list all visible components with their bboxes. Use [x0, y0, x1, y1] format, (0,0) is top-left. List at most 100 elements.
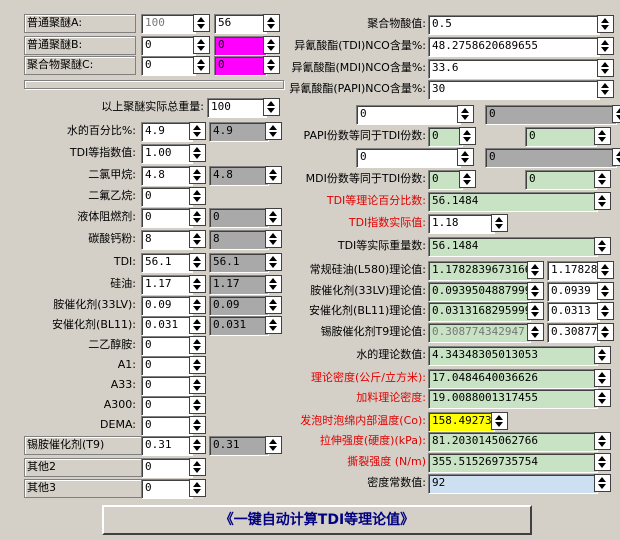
spin-button[interactable] — [189, 144, 206, 162]
spin-button[interactable] — [189, 316, 206, 334]
spin-button[interactable] — [612, 148, 620, 166]
spin-button[interactable] — [193, 14, 210, 32]
spin-button[interactable] — [189, 458, 206, 476]
spin-button[interactable] — [594, 127, 611, 145]
spin-button[interactable] — [265, 316, 282, 334]
right-row-input[interactable]: 19.0088001317455 — [428, 389, 598, 409]
right-row-input[interactable]: 355.515269735754 — [428, 453, 598, 473]
left-row-input[interactable]: 0 — [141, 376, 193, 396]
left-row-input[interactable]: 0.031 — [141, 316, 193, 336]
right-row-input[interactable]: 56.1484 — [428, 237, 598, 257]
spin-button[interactable] — [597, 15, 614, 33]
spin-button[interactable] — [597, 80, 614, 98]
spin-button[interactable] — [594, 453, 611, 471]
spin-button[interactable] — [265, 208, 282, 226]
spin-button[interactable] — [459, 170, 476, 188]
spin-button[interactable] — [594, 192, 611, 210]
spin-button[interactable] — [189, 166, 206, 184]
left-row-computed[interactable]: 0.031 — [209, 316, 269, 336]
spin-button[interactable] — [612, 105, 620, 123]
spin-button[interactable] — [594, 432, 611, 450]
left-row-computed[interactable]: 8 — [209, 230, 269, 250]
right-row-input[interactable]: 0.0939504887999 — [428, 282, 531, 302]
right-top-input[interactable]: 30 — [428, 80, 600, 100]
spin-button[interactable] — [457, 148, 474, 166]
spin-button[interactable] — [263, 98, 280, 116]
right-row-input[interactable]: 81.2030145062766 — [428, 432, 598, 452]
spin-button[interactable] — [189, 376, 206, 394]
spin-button[interactable] — [597, 282, 614, 300]
left-row-computed[interactable]: 0.09 — [209, 296, 269, 316]
right-row-input[interactable]: 56.1484 — [428, 192, 598, 212]
right-row-input[interactable]: 4.34348305013053 — [428, 346, 598, 366]
right-row-input[interactable]: 1.17828396731664 — [428, 261, 531, 281]
left-row-computed[interactable]: 4.9 — [209, 122, 269, 142]
spin-button[interactable] — [189, 230, 206, 248]
spin-button[interactable] — [263, 56, 280, 74]
spin-button[interactable] — [265, 253, 282, 271]
spin-button[interactable] — [594, 389, 611, 407]
spin-button[interactable] — [597, 37, 614, 55]
spin-button[interactable] — [265, 230, 282, 248]
left-row-computed[interactable]: 0 — [209, 208, 269, 228]
right-row-input[interactable]: 158.49273 — [428, 412, 495, 432]
spin-button[interactable] — [594, 346, 611, 364]
spin-button[interactable] — [189, 336, 206, 354]
polymer-polyether-c-value[interactable]: 0 — [214, 56, 267, 76]
spin-button[interactable] — [263, 14, 280, 32]
spin-button[interactable] — [491, 214, 508, 232]
spin-button[interactable] — [594, 170, 611, 188]
polyether-b-value[interactable]: 0 — [214, 36, 267, 56]
right-top-input[interactable]: 0.5 — [428, 15, 600, 35]
spin-button[interactable] — [597, 261, 614, 279]
left-row-input[interactable]: 0.31 — [141, 436, 193, 456]
right-row-computed[interactable]: 0.0313 — [547, 302, 600, 322]
left-row-input[interactable]: 1.00 — [141, 144, 193, 164]
spin-button[interactable] — [189, 416, 206, 434]
spin-button[interactable] — [265, 296, 282, 314]
spin-button[interactable] — [193, 56, 210, 74]
spin-button[interactable] — [597, 59, 614, 77]
right-row-input[interactable]: 0.0313168295999 — [428, 302, 531, 322]
spin-button[interactable] — [263, 36, 280, 54]
spin-button[interactable] — [189, 275, 206, 293]
right-row-computed[interactable]: 1.17828 — [547, 261, 600, 281]
polyether-a-value[interactable]: 56 — [214, 14, 267, 34]
spin-button[interactable] — [457, 105, 474, 123]
spin-button[interactable] — [189, 356, 206, 374]
right-row-input[interactable]: 0 — [428, 127, 463, 147]
spin-button[interactable] — [265, 166, 282, 184]
right-top-input[interactable]: 48.2758620689655 — [428, 37, 600, 57]
auto-calculate-button[interactable]: 《一键自动计算TDI等理论值》 — [102, 505, 532, 535]
polyether-a-input[interactable]: 100 — [141, 14, 196, 34]
right-row-input[interactable]: 0.308774342947 — [428, 323, 531, 343]
left-row-computed[interactable]: 0.31 — [209, 436, 269, 456]
polymer-polyether-c-input[interactable]: 0 — [141, 56, 196, 76]
spin-button[interactable] — [189, 479, 206, 497]
right-row-input[interactable]: 17.0484640036626 — [428, 369, 598, 389]
right-row-input[interactable]: 0 — [356, 105, 461, 125]
right-row-computed[interactable]: 0.30877 — [547, 323, 600, 343]
left-row-input[interactable]: 4.8 — [141, 166, 193, 186]
left-row-input[interactable]: 0 — [141, 336, 193, 356]
left-row-computed[interactable]: 56.1 — [209, 253, 269, 273]
right-row-computed[interactable]: 0 — [485, 105, 617, 125]
spin-button[interactable] — [527, 282, 544, 300]
spin-button[interactable] — [189, 208, 206, 226]
left-row-input[interactable]: 1.17 — [141, 275, 193, 295]
spin-button[interactable] — [189, 436, 206, 454]
left-row-input[interactable]: 0 — [141, 416, 193, 436]
spin-button[interactable] — [527, 261, 544, 279]
left-row-input[interactable]: 0 — [141, 187, 193, 207]
spin-button[interactable] — [193, 36, 210, 54]
left-row-input[interactable]: 0 — [141, 208, 193, 228]
right-row-input[interactable]: 92 — [428, 474, 598, 494]
right-row-computed[interactable]: 0 — [485, 148, 617, 168]
spin-button[interactable] — [265, 436, 282, 454]
spin-button[interactable] — [594, 237, 611, 255]
spin-button[interactable] — [597, 323, 614, 341]
spin-button[interactable] — [189, 296, 206, 314]
spin-button[interactable] — [594, 369, 611, 387]
right-row-input[interactable]: 0 — [356, 148, 461, 168]
left-row-input[interactable]: 0 — [141, 458, 193, 478]
